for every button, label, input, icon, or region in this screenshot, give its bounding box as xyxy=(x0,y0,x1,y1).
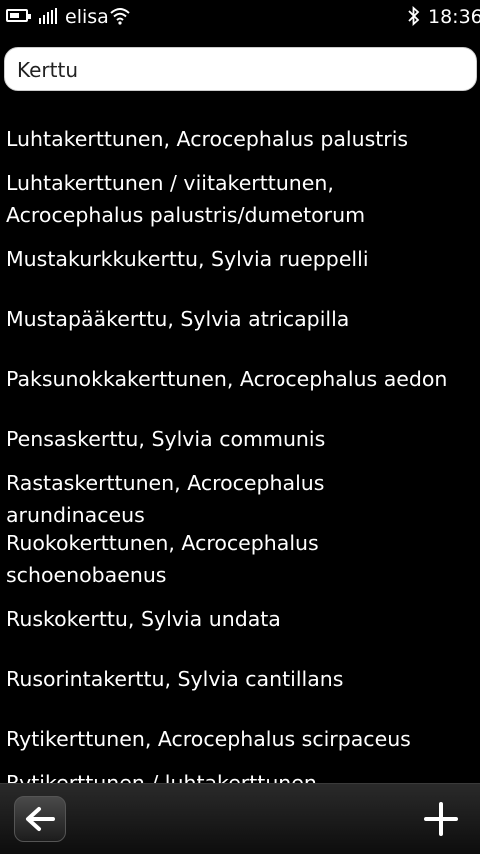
bottom-toolbar xyxy=(0,783,480,854)
carrier-name: elisa xyxy=(65,6,109,28)
results-list[interactable]: Luhtakerttunen, Acrocephalus palustris L… xyxy=(0,110,480,783)
list-item[interactable]: Rastaskerttunen, Acrocephalus arundinace… xyxy=(6,467,476,531)
list-item[interactable]: Pensaskerttu, Sylvia communis xyxy=(6,423,476,455)
list-item[interactable]: Mustakurkkukerttu, Sylvia rueppelli xyxy=(6,243,476,275)
list-item[interactable]: Rytikerttunen / luhtakerttunen xyxy=(6,767,476,783)
status-bar: elisa 18:36 xyxy=(0,0,480,34)
back-button[interactable] xyxy=(14,796,66,842)
battery-icon xyxy=(6,9,31,22)
signal-strength-icon xyxy=(39,8,59,24)
add-icon[interactable] xyxy=(420,798,462,840)
list-item[interactable]: Ruskokerttu, Sylvia undata xyxy=(6,603,476,635)
search-field[interactable] xyxy=(4,47,477,91)
list-item[interactable]: Luhtakerttunen, Acrocephalus palustris xyxy=(6,123,476,155)
list-item[interactable]: Paksunokkakerttunen, Acrocephalus aedon xyxy=(6,363,476,395)
search-input[interactable] xyxy=(17,56,457,84)
bluetooth-icon xyxy=(408,6,420,26)
list-item[interactable]: Rusorintakerttu, Sylvia cantillans xyxy=(6,663,476,695)
list-item[interactable]: Rytikerttunen, Acrocephalus scirpaceus xyxy=(6,723,476,755)
list-item[interactable]: Luhtakerttunen / viitakerttunen, Acrocep… xyxy=(6,167,476,231)
clock: 18:36 xyxy=(428,6,480,28)
wifi-icon xyxy=(110,8,130,25)
list-item[interactable]: Ruokokerttunen, Acrocephalus schoenobaen… xyxy=(6,527,476,591)
list-item[interactable]: Mustapääkerttu, Sylvia atricapilla xyxy=(6,303,476,335)
back-arrow-icon xyxy=(26,807,55,831)
